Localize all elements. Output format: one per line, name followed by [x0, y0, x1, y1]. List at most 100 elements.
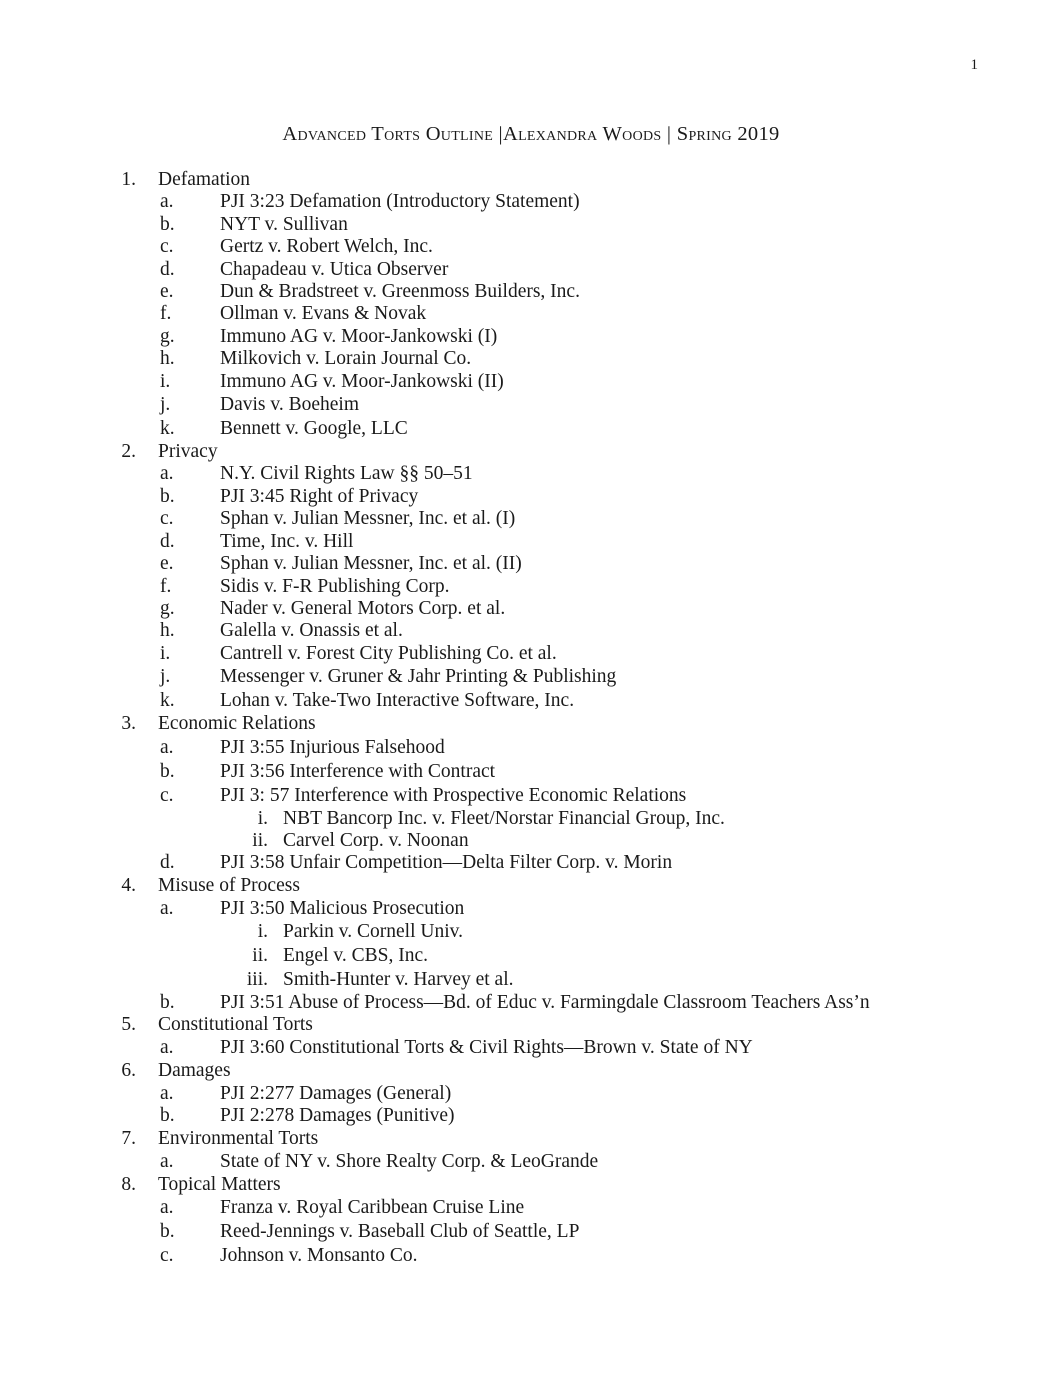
outline-item-level-2: h. Milkovich v. Lorain Journal Co.: [0, 348, 1062, 370]
outline-item-label: Lohan v. Take-Two Interactive Software, …: [220, 690, 575, 712]
outline-item-level-2: j. Messenger v. Gruner & Jahr Printing & …: [0, 665, 1062, 689]
outline-item-label: PJI 3:58 Unfair Competition—Delta Filter…: [220, 852, 673, 874]
outline-list: 1. Defamation a. PJI 3:23 Defamation (Intro…: [0, 169, 1062, 1268]
outline-item-marker: b.: [160, 760, 175, 782]
outline-item-level-2: e. Dun & Bradstreet v. Greenmoss Builders…: [0, 281, 1062, 303]
outline-item-label: Ollman v. Evans & Novak: [220, 303, 427, 325]
outline-item-label: Johnson v. Monsanto Co.: [220, 1245, 418, 1267]
outline-item-level-2: a. PJI 2:277 Damages (General): [0, 1083, 1062, 1105]
outline-item-marker: c.: [160, 236, 174, 258]
outline-item-label: Cantrell v. Forest City Publishing Co. e…: [220, 642, 557, 664]
outline-item-label: PJI 3:55 Injurious Falsehood: [220, 736, 445, 758]
outline-item-marker: h.: [160, 348, 175, 370]
outline-item-level-2: a. State of NY v. Shore Realty Corp. & Le…: [0, 1150, 1062, 1174]
outline-item-level-2: c. Sphan v. Julian Messner, Inc. et al. (…: [0, 508, 1062, 530]
outline-item-marker: b.: [160, 991, 175, 1013]
outline-item-marker: h.: [160, 620, 175, 642]
outline-item-marker: c.: [160, 1245, 174, 1267]
outline-item-label: PJI 3: 57 Interference with Prospective …: [220, 784, 687, 806]
outline-item-marker: d.: [160, 852, 175, 874]
outline-item-level-3: i. NBT Bancorp Inc. v. Fleet/Norstar Fina…: [0, 808, 1062, 830]
outline-item-label: Immuno AG v. Moor-Jankowski (I): [220, 325, 498, 347]
outline-item-label: Immuno AG v. Moor-Jankowski (II): [220, 370, 504, 392]
outline-item-label: Constitutional Torts: [158, 1013, 313, 1035]
outline-item-marker: a.: [160, 1082, 174, 1104]
outline-item-level-2: b. PJI 3:45 Right of Privacy: [0, 486, 1062, 508]
outline-item-level-1: 4. Misuse of Process: [0, 875, 1062, 897]
outline-item-label: PJI 2:278 Damages (Punitive): [220, 1105, 455, 1127]
outline-item-level-3: iii. Smith-Hunter v. Harvey et al.: [0, 968, 1062, 992]
outline-item-marker: a.: [160, 1197, 174, 1219]
outline-item-label: Messenger v. Gruner & Jahr Printing & Pu…: [220, 666, 617, 688]
outline-item-marker: i.: [257, 921, 268, 943]
outline-item-label: PJI 2:277 Damages (General): [220, 1082, 452, 1104]
outline-item-label: Milkovich v. Lorain Journal Co.: [220, 348, 472, 370]
outline-item-marker: f.: [160, 575, 172, 597]
outline-item-level-2: a. PJI 3:60 Constitutional Torts & Civil …: [0, 1036, 1062, 1060]
outline-item-marker: iii.: [246, 968, 268, 990]
outline-item-label: Davis v. Boeheim: [220, 394, 360, 416]
outline-item-label: Franza v. Royal Caribbean Cruise Line: [220, 1197, 525, 1219]
outline-item-label: State of NY v. Shore Realty Corp. & LeoG…: [220, 1151, 599, 1172]
outline-item-level-3: ii. Carvel Corp. v. Noonan: [0, 830, 1062, 852]
outline-item-label: Damages: [158, 1060, 231, 1082]
outline-item-label: Defamation: [158, 169, 251, 190]
outline-item-label: Smith-Hunter v. Harvey et al.: [283, 968, 514, 990]
outline-item-level-3: ii. Engel v. CBS, Inc.: [0, 944, 1062, 968]
outline-item-marker: f.: [160, 303, 172, 325]
outline-item-level-2: f. Ollman v. Evans & Novak: [0, 303, 1062, 325]
page-number: 1: [970, 57, 979, 73]
outline-item-marker: i.: [160, 370, 171, 392]
outline-item-marker: b.: [160, 485, 175, 507]
outline-item-label: PJI 3:60 Constitutional Torts & Civil Ri…: [220, 1037, 753, 1059]
outline-item-marker: j.: [160, 394, 171, 416]
outline-item-marker: c.: [160, 784, 174, 806]
outline-item-label: Privacy: [158, 441, 218, 463]
outline-item-level-2: b. Reed-Jennings v. Baseball Club of Seat…: [0, 1220, 1062, 1244]
outline-item-level-1: 5. Constitutional Torts: [0, 1014, 1062, 1036]
outline-item-label: Dun & Bradstreet v. Greenmoss Builders, …: [220, 281, 580, 303]
outline-item-label: Misuse of Process: [158, 874, 300, 896]
outline-item-marker: a.: [160, 736, 174, 758]
outline-item-label: Topical Matters: [158, 1174, 281, 1195]
outline-item-marker: b.: [160, 1105, 175, 1127]
outline-item-label: Parkin v. Cornell Univ.: [283, 921, 463, 943]
outline-item-level-2: i. Immuno AG v. Moor-Jankowski (II): [0, 371, 1062, 393]
outline-item-marker: a.: [160, 191, 174, 213]
outline-item-label: Sidis v. F-R Publishing Corp.: [220, 575, 450, 597]
outline-item-level-2: c. PJI 3: 57 Interference with Prospectiv…: [0, 784, 1062, 808]
outline-item-level-1: 3. Economic Relations: [0, 713, 1062, 735]
outline-item-label: N.Y. Civil Rights Law §§ 50–51: [220, 463, 473, 485]
outline-item-level-2: b. NYT v. Sullivan: [0, 214, 1062, 236]
outline-item-label: PJI 3:45 Right of Privacy: [220, 485, 419, 507]
outline-item-level-2: b. PJI 3:56 Interference with Contract: [0, 760, 1062, 784]
outline-item-marker: a.: [160, 463, 174, 485]
outline-item-level-1: 2. Privacy: [0, 441, 1062, 463]
outline-item-level-2: k. Lohan v. Take-Two Interactive Software…: [0, 689, 1062, 713]
outline-item-marker: k.: [160, 418, 175, 440]
outline-item-label: PJI 3:50 Malicious Prosecution: [220, 898, 465, 920]
outline-item-label: Reed-Jennings v. Baseball Club of Seattl…: [220, 1221, 580, 1243]
outline-item-level-2: j. Davis v. Boeheim: [0, 393, 1062, 417]
outline-item-marker: d.: [160, 258, 175, 280]
outline-item-label: NYT v. Sullivan: [220, 213, 348, 235]
outline-item-marker: i.: [160, 642, 171, 664]
outline-item-label: Chapadeau v. Utica Observer: [220, 258, 449, 280]
outline-item-label: Engel v. CBS, Inc.: [283, 944, 428, 966]
outline-item-label: PJI 3:51 Abuse of Process—Bd. of Educ v.…: [220, 991, 870, 1013]
outline-item-marker: a.: [160, 898, 174, 920]
outline-item-label: Galella v. Onassis et al.: [220, 620, 403, 642]
outline-item-marker: 8.: [121, 1174, 136, 1195]
outline-item-level-2: a. Franza v. Royal Caribbean Cruise Line: [0, 1196, 1062, 1220]
outline-item-level-2: g. Nader v. General Motors Corp. et al.: [0, 598, 1062, 620]
outline-item-marker: g.: [160, 597, 175, 619]
outline-item-marker: b.: [160, 1221, 175, 1243]
outline-item-marker: 3.: [121, 713, 136, 735]
outline-item-level-2: d. Time, Inc. v. Hill: [0, 531, 1062, 553]
outline-item-marker: j.: [160, 666, 171, 688]
outline-item-marker: 7.: [121, 1127, 136, 1149]
outline-item-level-2: a. PJI 3:55 Injurious Falsehood: [0, 736, 1062, 760]
outline-item-level-2: d. Chapadeau v. Utica Observer: [0, 259, 1062, 281]
outline-item-label: Environmental Torts: [158, 1127, 319, 1149]
outline-item-label: Nader v. General Motors Corp. et al.: [220, 597, 506, 619]
